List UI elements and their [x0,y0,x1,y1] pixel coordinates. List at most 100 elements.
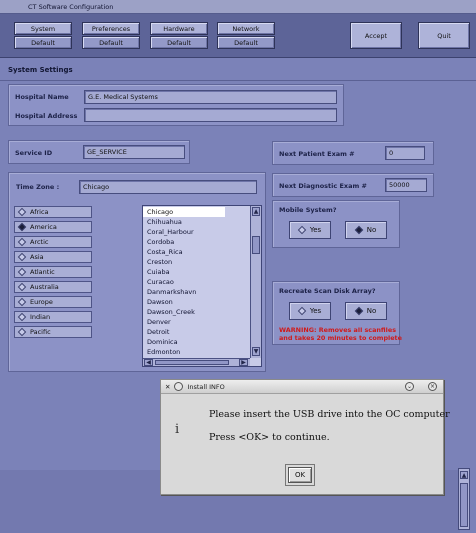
region-label: Arctic [30,238,49,246]
ok-button[interactable]: OK [288,467,312,483]
city-item[interactable]: Creston [143,257,250,267]
radio-off-icon [297,306,307,316]
city-item[interactable]: Detroit [143,327,250,337]
region-label: America [30,223,57,231]
accept-button[interactable]: Accept [350,22,402,49]
preferences-button[interactable]: Preferences [82,22,140,35]
hospital-panel: Hospital Name G.E. Medical Systems Hospi… [8,84,344,126]
service-id-input[interactable]: GE_SERVICE [83,145,185,159]
top-toolbar: System Default Preferences Default Hardw… [0,14,476,58]
preferences-default-button[interactable]: Default [82,36,140,49]
region-australia[interactable]: Australia [14,281,92,293]
city-horizontal-scrollbar[interactable]: ◀ ▶ [143,358,250,366]
next-diagnostic-label: Next Diagnostic Exam # [279,182,367,190]
region-pacific[interactable]: Pacific [14,326,92,338]
dialog-message-line-2: Press <OK> to continue. [209,432,330,443]
recreate-yes-button[interactable]: Yes [289,302,331,320]
time-zone-input[interactable]: Chicago [79,180,257,194]
close-icon[interactable]: × [428,382,437,391]
city-item[interactable]: Curacao [143,277,250,287]
recreate-no-button[interactable]: No [345,302,387,320]
scroll-down-arrow-icon[interactable]: ▼ [252,347,260,356]
dialog-title-bar: ✕ Install INFO ⌄ × [161,380,443,394]
yes-label: Yes [309,307,322,315]
region-indian[interactable]: Indian [14,311,92,323]
time-zone-label: Time Zone : [16,183,60,191]
window-title: CT Software Configuration [28,3,114,11]
dialog-title: Install INFO [187,382,225,391]
next-diagnostic-panel: Next Diagnostic Exam # 50000 [272,173,434,197]
city-item[interactable]: Dominica [143,337,250,347]
city-item[interactable]: Costa_Rica [143,247,250,257]
yes-label: Yes [309,226,322,234]
region-label: Pacific [30,328,51,336]
city-item[interactable]: Chihuahua [143,217,250,227]
radio-on-icon [354,225,363,235]
city-item[interactable]: Dawson_Creek [143,307,250,317]
quit-button[interactable]: Quit [418,22,470,49]
next-patient-label: Next Patient Exam # [279,150,355,158]
city-list: Chicago Chihuahua Coral_Harbour Cordoba … [143,207,250,357]
no-label: No [366,226,377,234]
radio-off-icon [17,237,27,247]
hospital-address-input[interactable] [84,108,337,122]
next-patient-input[interactable]: 0 [385,146,425,160]
service-id-label: Service ID [15,149,53,157]
region-africa[interactable]: Africa [14,206,92,218]
city-item[interactable]: Cuiaba [143,267,250,277]
scroll-thumb[interactable] [252,236,260,254]
radio-off-icon [17,327,27,337]
region-arctic[interactable]: Arctic [14,236,92,248]
hardware-default-button[interactable]: Default [150,36,208,49]
city-item[interactable]: Coral_Harbour [143,227,250,237]
hardware-button[interactable]: Hardware [150,22,208,35]
network-default-button[interactable]: Default [217,36,275,49]
system-default-button[interactable]: Default [14,36,72,49]
menu-circle-icon[interactable] [174,382,184,391]
city-item[interactable]: Denver [143,317,250,327]
mobile-yes-button[interactable]: Yes [289,221,331,239]
radio-off-icon [17,207,27,217]
radio-off-icon [17,282,27,292]
hscroll-thumb[interactable] [155,360,229,365]
scroll-up-arrow-icon[interactable]: ▲ [252,207,260,216]
city-item[interactable]: Edmonton [143,347,250,357]
close-x-icon[interactable]: ✕ [165,383,170,391]
region-asia[interactable]: Asia [14,251,92,263]
hospital-name-input[interactable]: G.E. Medical Systems [84,90,337,104]
city-item[interactable]: Dawson [143,297,250,307]
dialog-message-line-1: Please insert the USB drive into the OC … [209,409,450,420]
mobile-no-button[interactable]: No [345,221,387,239]
radio-off-icon [17,297,27,307]
radio-off-icon [17,267,27,277]
right-scrollbar[interactable]: ▲ [458,468,470,530]
region-radio-list: Africa America Arctic Asia Atlantic Aust… [14,206,92,338]
region-europe[interactable]: Europe [14,296,92,308]
region-america[interactable]: America [14,221,92,233]
minimize-icon[interactable]: ⌄ [405,382,414,391]
scroll-right-arrow-icon[interactable]: ▶ [239,359,248,366]
city-vertical-scrollbar[interactable]: ▲ ▼ [250,206,261,358]
city-item[interactable]: Cordoba [143,237,250,247]
city-listbox[interactable]: Chicago Chihuahua Coral_Harbour Cordoba … [142,205,262,367]
radio-on-icon [17,222,27,232]
city-item[interactable]: Danmarkshavn [143,287,250,297]
scroll-up-arrow-icon[interactable]: ▲ [460,471,468,479]
warning-line-1: WARNING: Removes all scanfiles [279,326,396,334]
scroll-thumb[interactable] [460,483,468,527]
info-icon: i [175,422,180,437]
network-button[interactable]: Network [217,22,275,35]
section-divider [0,80,476,81]
scroll-left-arrow-icon[interactable]: ◀ [144,359,153,366]
region-label: Indian [30,313,51,321]
next-diagnostic-input[interactable]: 50000 [385,178,427,192]
region-label: Atlantic [30,268,55,276]
city-item-selected[interactable]: Chicago [143,207,225,217]
region-atlantic[interactable]: Atlantic [14,266,92,278]
warning-text: WARNING: Removes all scanfiles and takes… [279,326,402,342]
radio-off-icon [297,225,307,235]
next-patient-panel: Next Patient Exam # 0 [272,141,434,165]
install-info-dialog: ✕ Install INFO ⌄ × i Please insert the U… [160,379,450,495]
system-button[interactable]: System [14,22,72,35]
mobile-system-label: Mobile System? [279,206,337,214]
